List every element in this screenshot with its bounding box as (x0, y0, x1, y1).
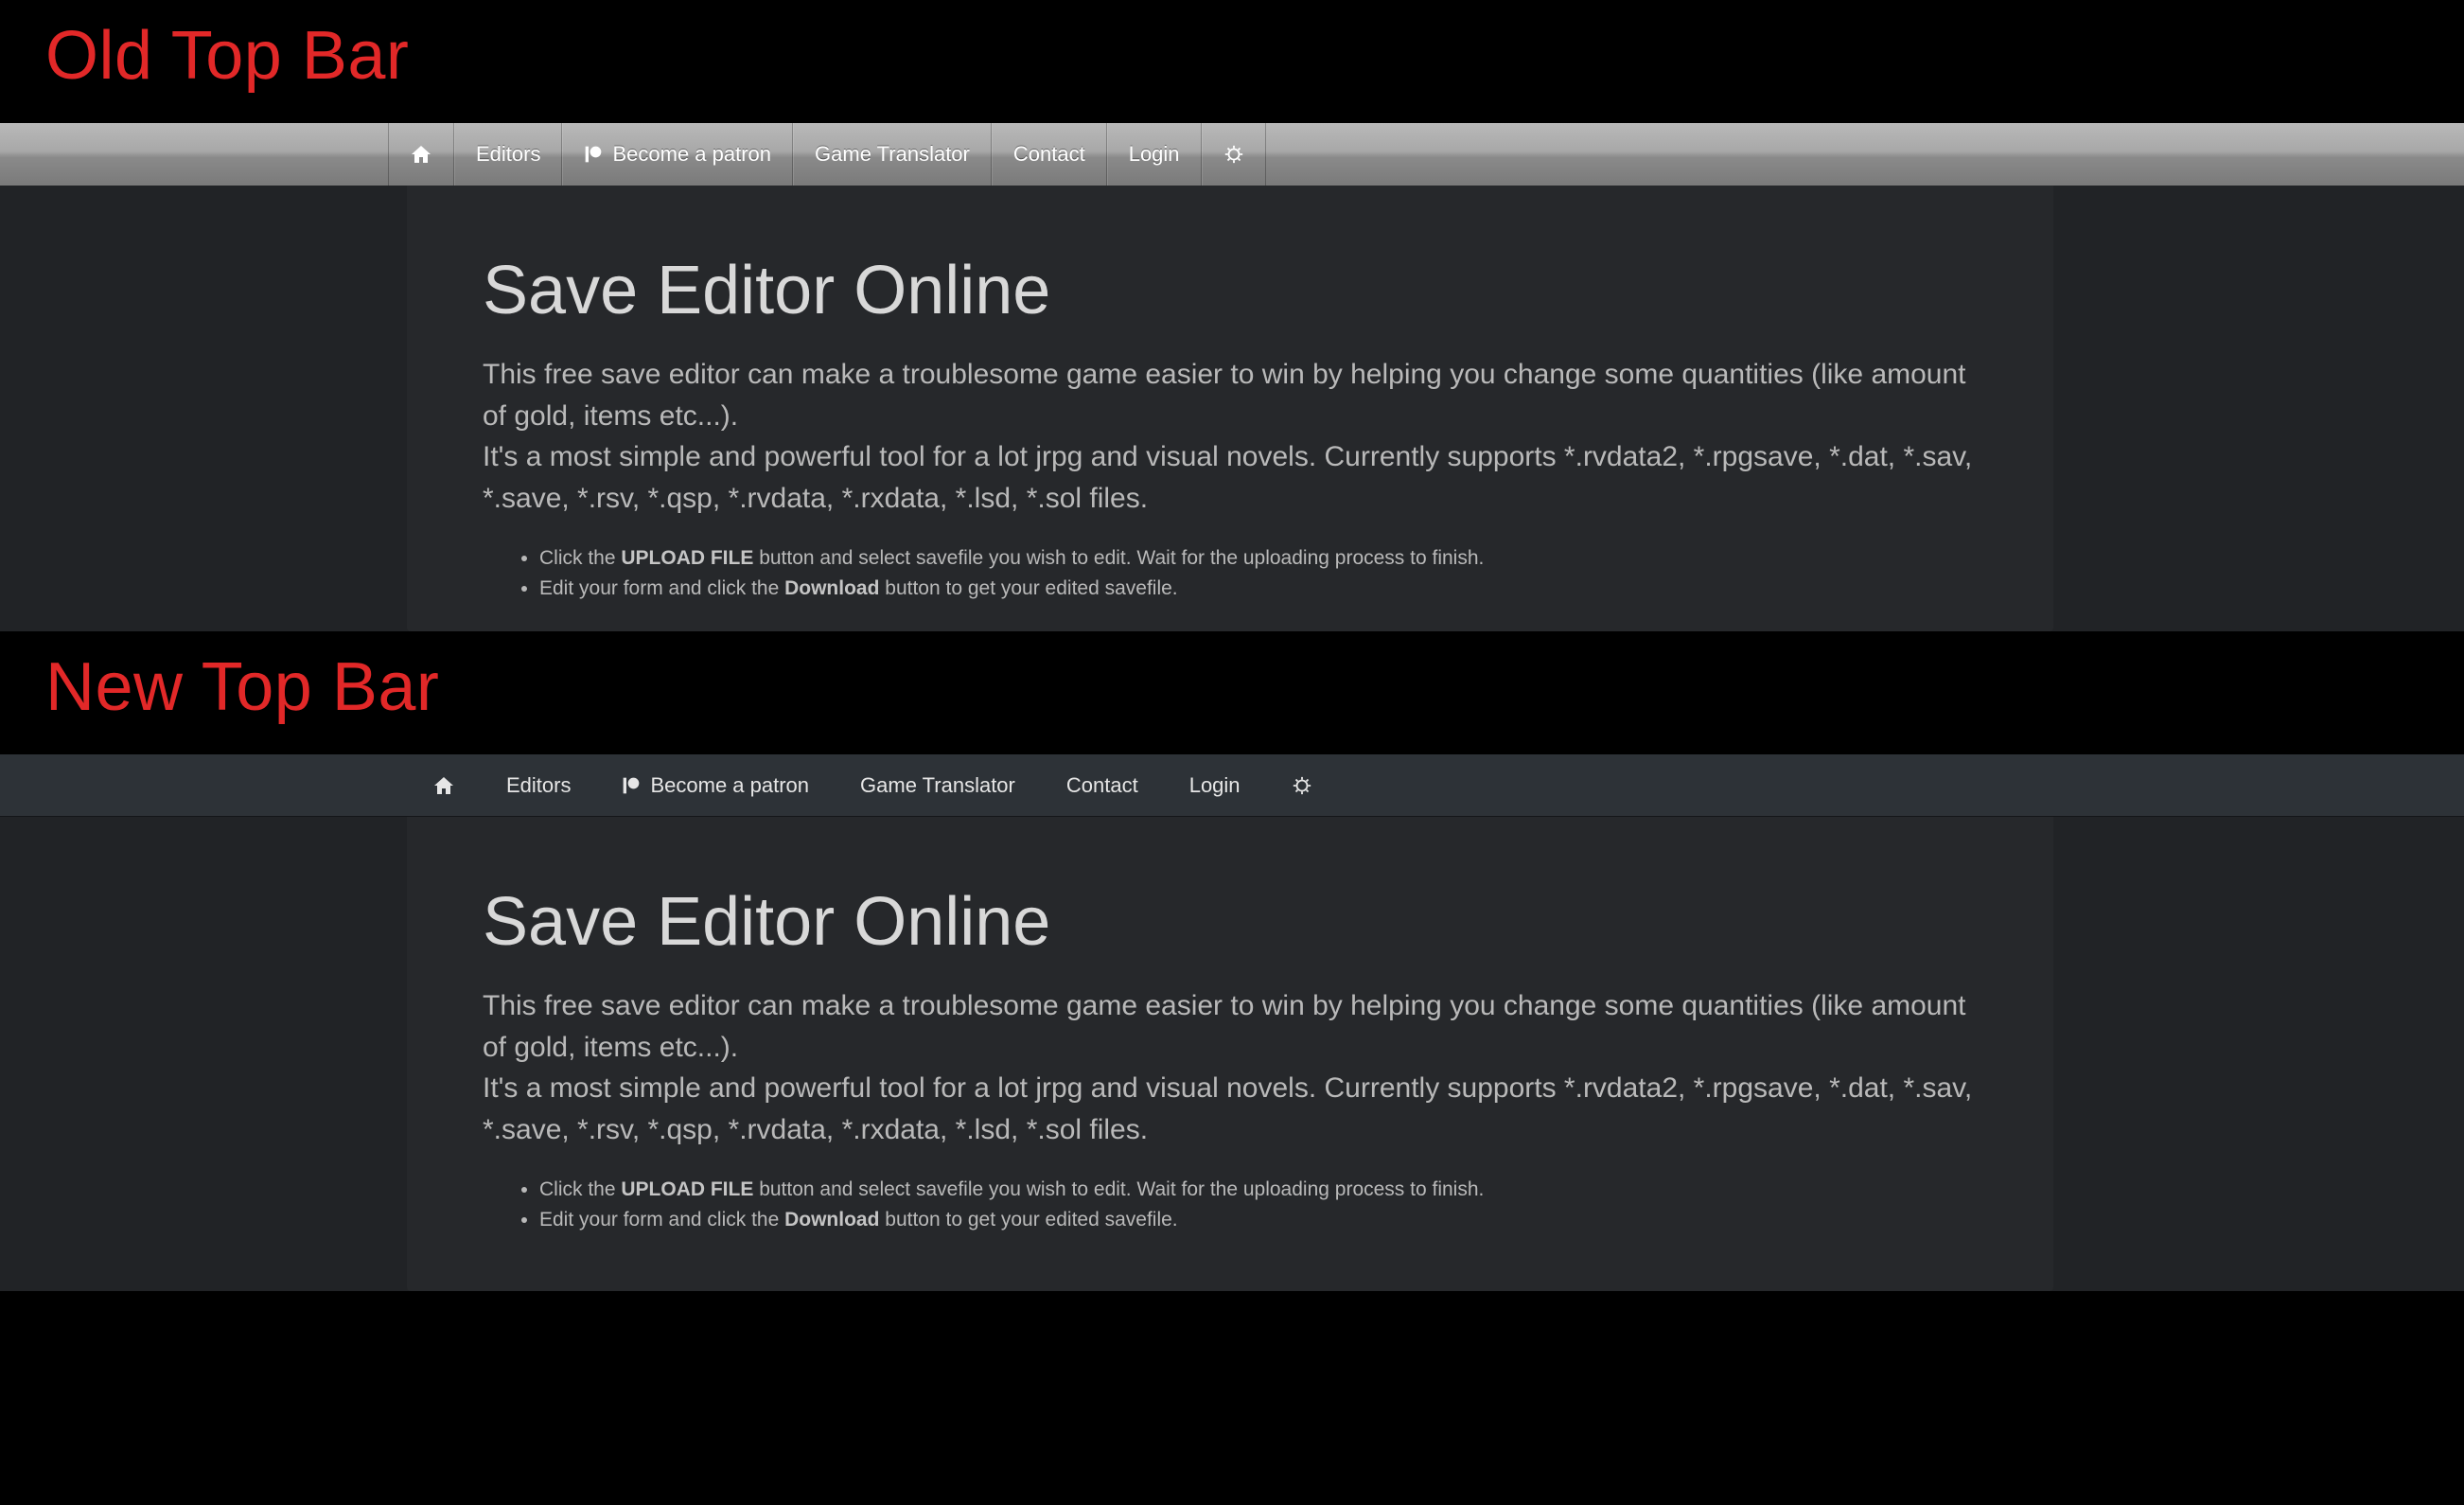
nav-editors[interactable]: Editors (454, 123, 562, 186)
nav-label: Become a patron (612, 142, 771, 167)
download-keyword: Download (784, 577, 879, 599)
nav-editors[interactable]: Editors (481, 754, 596, 816)
nav-label: Become a patron (650, 773, 809, 798)
nav-label: Login (1189, 773, 1241, 798)
upload-file-keyword: UPLOAD FILE (621, 547, 753, 569)
instructions-list: Click the UPLOAD FILE button and select … (483, 543, 1978, 603)
nav-login[interactable]: Login (1164, 754, 1266, 816)
desc-line: It's a most simple and powerful tool for… (483, 441, 1972, 514)
list-item: Edit your form and click the Download bu… (539, 574, 1978, 604)
nav-contact[interactable]: Contact (1041, 754, 1164, 816)
patreon-icon (584, 145, 603, 164)
desc-line: It's a most simple and powerful tool for… (483, 1072, 1972, 1145)
nav-login[interactable]: Login (1107, 123, 1202, 186)
navbar-new: Editors Become a patron Game Translator … (0, 754, 2464, 817)
list-item: Click the UPLOAD FILE button and select … (539, 543, 1978, 574)
nav-label: Editors (476, 142, 540, 167)
nav-theme-toggle[interactable] (1266, 754, 1338, 816)
upload-file-keyword: UPLOAD FILE (621, 1178, 753, 1200)
nav-label: Editors (506, 773, 571, 798)
nav-become-patron[interactable]: Become a patron (562, 123, 793, 186)
nav-contact[interactable]: Contact (992, 123, 1107, 186)
page-body-old: Save Editor Online This free save editor… (0, 186, 2464, 631)
home-icon (410, 143, 432, 166)
page-description: This free save editor can make a trouble… (483, 985, 1978, 1150)
content-card: Save Editor Online This free save editor… (407, 817, 2053, 1291)
page-title: Save Editor Online (483, 883, 1978, 961)
nav-game-translator[interactable]: Game Translator (835, 754, 1041, 816)
section-label-old: Old Top Bar (0, 0, 2464, 123)
list-item: Edit your form and click the Download bu… (539, 1205, 1978, 1235)
nav-label: Game Translator (860, 773, 1015, 798)
content-card: Save Editor Online This free save editor… (407, 186, 2053, 631)
patreon-icon (622, 776, 641, 795)
nav-become-patron[interactable]: Become a patron (596, 754, 835, 816)
navbar-old: Editors Become a patron Game Translator … (0, 123, 2464, 186)
nav-theme-toggle[interactable] (1202, 123, 1266, 186)
desc-line: This free save editor can make a trouble… (483, 990, 1966, 1063)
nav-label: Login (1129, 142, 1180, 167)
desc-line: This free save editor can make a trouble… (483, 359, 1966, 432)
nav-label: Contact (1013, 142, 1085, 167)
home-icon (432, 774, 455, 797)
list-item: Click the UPLOAD FILE button and select … (539, 1175, 1978, 1205)
nav-game-translator[interactable]: Game Translator (793, 123, 992, 186)
page-body-new: Save Editor Online This free save editor… (0, 817, 2464, 1291)
page-description: This free save editor can make a trouble… (483, 354, 1978, 519)
instructions-list: Click the UPLOAD FILE button and select … (483, 1175, 1978, 1234)
nav-home[interactable] (407, 754, 481, 816)
section-label-new: New Top Bar (0, 631, 2464, 754)
nav-label: Contact (1066, 773, 1138, 798)
nav-label: Game Translator (815, 142, 970, 167)
page-title: Save Editor Online (483, 252, 1978, 329)
nav-home[interactable] (388, 123, 454, 186)
download-keyword: Download (784, 1209, 879, 1231)
theme-icon (1223, 144, 1244, 165)
theme-icon (1292, 775, 1312, 796)
